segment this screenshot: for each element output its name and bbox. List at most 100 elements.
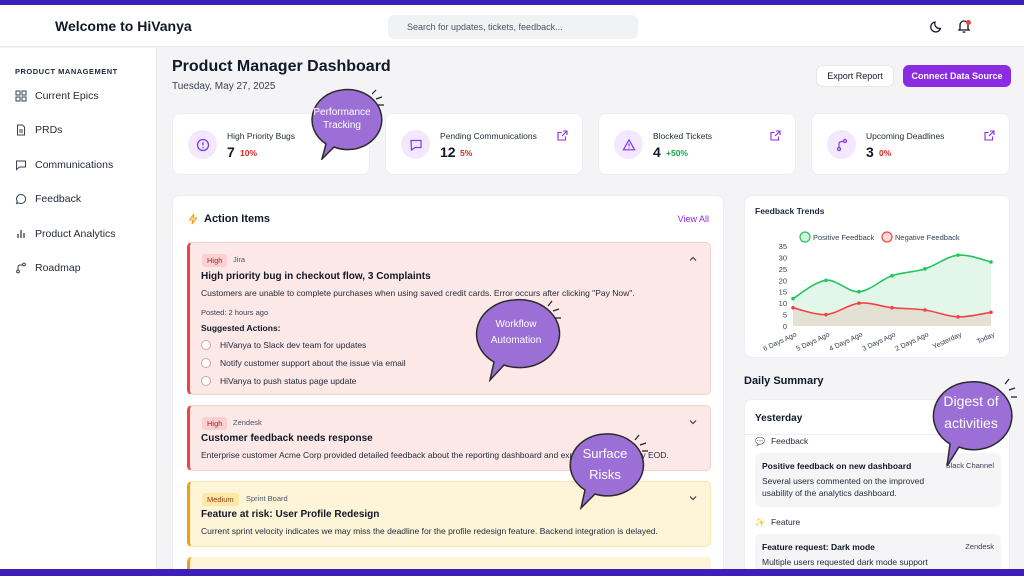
stat-label: Upcoming Deadlines (866, 131, 945, 141)
stat-change: +50% (666, 148, 688, 158)
chevron-down-icon[interactable] (688, 417, 698, 427)
priority-badge: High (202, 417, 228, 430)
radio-button[interactable] (201, 340, 211, 350)
warning-icon (614, 130, 643, 159)
stat-card-pending-communications[interactable]: Pending Communications 12 5% (385, 113, 583, 175)
connect-data-source-button[interactable]: Connect Data Source (903, 65, 1011, 87)
data-point (956, 315, 960, 319)
chat-icon (16, 160, 26, 171)
card-title: Customer feedback needs response (201, 433, 373, 444)
legend-label: Negative Feedback (895, 233, 960, 242)
speech-bubble-icon: 💬 (755, 436, 765, 446)
action-items-title: Action Items (204, 213, 271, 225)
data-point (824, 278, 828, 283)
card-source: Sprint Board (246, 494, 288, 503)
stat-value: 3 (866, 144, 874, 160)
priority-badge: High (202, 254, 228, 267)
alert-circle-icon (188, 130, 217, 159)
daily-summary-title: Daily Summary (744, 375, 824, 387)
bar-chart-icon (17, 230, 25, 238)
message-circle-icon (15, 193, 27, 205)
suggested-actions-label: Suggested Actions: (201, 323, 281, 333)
card-title: Feature at risk: User Profile Redesign (201, 509, 380, 520)
y-tick-label: 35 (779, 242, 787, 251)
x-tick-label: 3 Days Ago (861, 331, 897, 353)
x-tick-label: 5 Days Ago (795, 331, 831, 353)
card-title: High priority bug in checkout flow, 3 Co… (201, 271, 431, 282)
suggested-action-item[interactable]: HiVanya to Slack dev team for updates (201, 338, 366, 352)
y-tick-label: 25 (779, 265, 787, 274)
app-brand: Welcome to HiVanya (55, 18, 192, 34)
action-items-panel: Action Items View All High Jira High pri… (172, 195, 724, 575)
chevron-down-icon[interactable] (688, 493, 698, 503)
data-point (857, 289, 861, 294)
page-title: Product Manager Dashboard (172, 58, 391, 75)
grid-icon (15, 90, 27, 102)
stat-label: High Priority Bugs (227, 131, 296, 141)
legend-swatch (881, 231, 893, 243)
action-text: HiVanya to Slack dev team for updates (220, 340, 367, 350)
data-point (857, 301, 861, 305)
y-tick-label: 0 (783, 322, 787, 331)
x-tick-label: 2 Days Ago (894, 331, 930, 353)
summary-item-description: Several users commented on the improved … (762, 476, 925, 498)
stat-change: 5% (460, 148, 473, 158)
view-all-link[interactable]: View All (678, 214, 709, 224)
summary-day: Yesterday (755, 413, 803, 424)
route-icon (16, 262, 26, 274)
sidebar-item-roadmap[interactable]: Roadmap (15, 257, 150, 279)
x-tick-label: Yesterday (932, 331, 963, 351)
external-link-icon[interactable] (984, 130, 995, 141)
chevron-up-icon[interactable] (688, 254, 698, 264)
action-text: HiVanya to push status page update (220, 376, 357, 386)
summary-item-title: Feature request: Dark mode (762, 542, 875, 552)
y-tick-label: 15 (779, 288, 787, 297)
summary-section-feature: ✨ Feature (755, 517, 800, 527)
radio-button[interactable] (201, 376, 211, 386)
data-point (989, 260, 993, 264)
data-point (923, 267, 927, 271)
summary-section-feedback: 💬 Feedback (755, 436, 808, 446)
suggested-action-item[interactable]: HiVanya to push status page update (201, 374, 356, 388)
callout-surface-risks: Surface Risks (567, 432, 651, 510)
stat-card-upcoming-deadlines[interactable]: Upcoming Deadlines 3 0% (811, 113, 1010, 175)
export-report-button[interactable]: Export Report (816, 65, 894, 87)
legend-label: Positive Feedback (813, 233, 875, 242)
sidebar-item-label: Product Analytics (35, 228, 116, 240)
x-tick-label: 4 Days Ago (828, 331, 864, 353)
suggested-action-item[interactable]: Notify customer support about the issue … (201, 356, 406, 370)
data-point (890, 305, 894, 310)
sidebar-item-product-analytics[interactable]: Product Analytics (15, 223, 150, 245)
y-tick-label: 10 (779, 299, 787, 308)
external-link-icon[interactable] (557, 130, 568, 141)
stat-value: 7 (227, 144, 235, 160)
callout-text: Workflow Automation (490, 319, 542, 346)
top-header: Welcome to HiVanya Search for updates, t… (0, 5, 1024, 47)
sidebar-item-current-epics[interactable]: Current Epics (15, 85, 150, 107)
card-description: Customers are unable to complete purchas… (201, 288, 635, 298)
radio-button[interactable] (201, 358, 211, 368)
y-tick-label: 30 (779, 253, 787, 262)
external-link-icon[interactable] (770, 130, 781, 141)
sidebar-item-prds[interactable]: PRDs (15, 119, 150, 141)
sidebar-section-title: PRODUCT MANAGEMENT (15, 67, 118, 76)
stat-label: Blocked Tickets (653, 131, 713, 141)
sidebar-item-label: Feedback (35, 193, 82, 205)
sidebar: PRODUCT MANAGEMENT Current Epics PRDs Co… (0, 48, 157, 569)
stat-label: Pending Communications (440, 131, 537, 141)
action-text: Notify customer support about the issue … (220, 358, 406, 368)
sidebar-item-communications[interactable]: Communications (15, 154, 150, 176)
action-card[interactable]: High Jira High priority bug in checkout … (187, 242, 711, 395)
card-source: Jira (233, 255, 246, 264)
sidebar-item-feedback[interactable]: Feedback (15, 188, 150, 210)
page-date: Tuesday, May 27, 2025 (172, 81, 276, 92)
stat-value: 12 (440, 144, 456, 160)
stat-card-blocked-tickets[interactable]: Blocked Tickets 4 +50% (598, 113, 796, 175)
data-point (890, 273, 894, 278)
moon-icon[interactable] (929, 18, 945, 34)
search-input[interactable]: Search for updates, tickets, feedback... (388, 15, 638, 39)
summary-item-source: Zendesk (965, 542, 994, 551)
data-point (824, 312, 828, 317)
sidebar-item-label: Current Epics (35, 90, 99, 102)
sidebar-item-label: PRDs (35, 124, 63, 136)
